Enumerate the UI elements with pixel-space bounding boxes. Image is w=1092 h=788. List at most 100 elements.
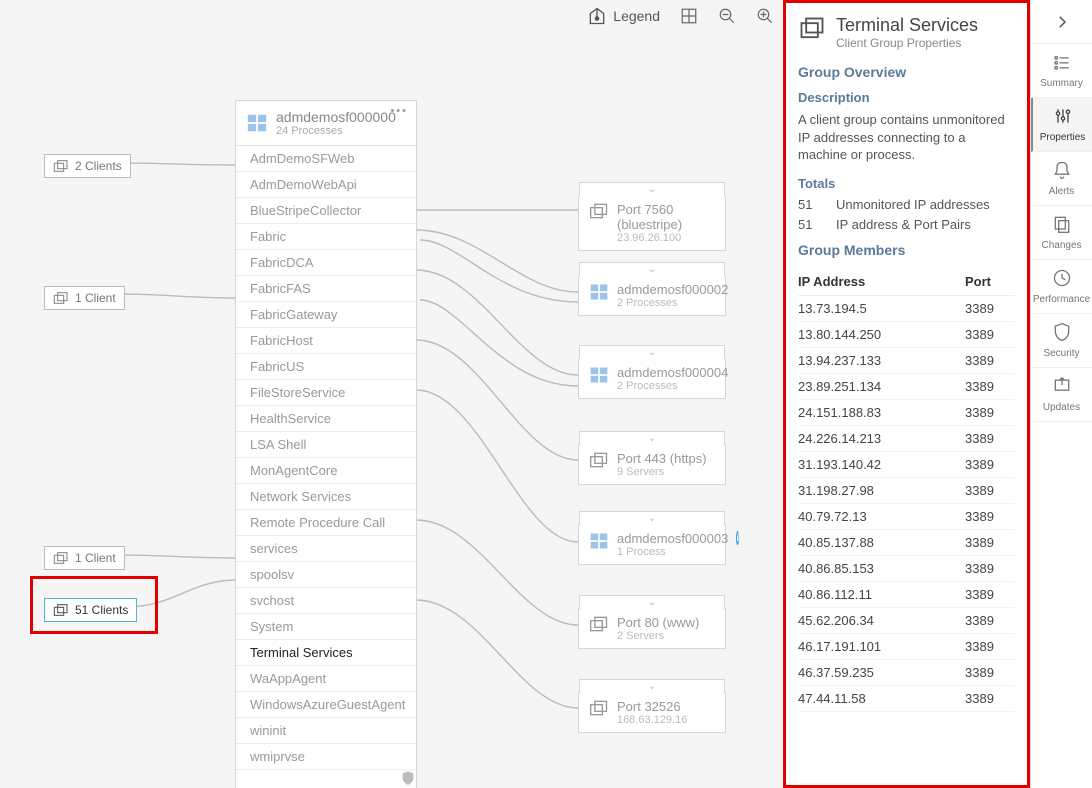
sidebar-tab-summary[interactable]: Summary [1031,44,1092,98]
table-row[interactable]: 13.73.194.53389 [798,296,1015,322]
dep-title: Port 32526 [617,699,687,714]
table-row[interactable]: 47.44.11.583389 [798,686,1015,712]
fit-to-screen-icon[interactable] [680,7,698,25]
process-row[interactable]: Fabric [236,224,416,250]
chevron-down-icon[interactable]: ⌄ [579,511,725,525]
legend-icon [587,6,607,26]
chevron-down-icon[interactable]: ⌄ [579,595,725,609]
process-row[interactable]: wmiprvse [236,744,416,770]
dependency-node[interactable]: ⌄admdemosf0000042 Processes [578,358,726,399]
port-cell: 3389 [965,561,1015,576]
chevron-down-icon[interactable]: ⌄ [579,431,725,445]
windows-icon [589,365,609,388]
ip-cell: 40.86.85.153 [798,561,965,576]
table-row[interactable]: 40.86.112.113389 [798,582,1015,608]
sidebar-tab-changes[interactable]: Changes [1031,206,1092,260]
zoom-out-icon[interactable] [718,7,736,25]
process-row[interactable]: FabricHost [236,328,416,354]
port-cell: 3389 [965,405,1015,420]
dependency-node[interactable]: ⌄Port 80 (www)2 Servers [578,608,726,649]
port-cell: 3389 [965,509,1015,524]
sidebar-tab-performance[interactable]: Performance [1031,260,1092,314]
table-row[interactable]: 46.17.191.1013389 [798,634,1015,660]
group-icon [53,159,69,173]
process-row[interactable]: spoolsv [236,562,416,588]
process-row[interactable]: LSA Shell [236,432,416,458]
dependency-node[interactable]: ⌄Port 32526168.63.129.16 [578,692,726,733]
client-chip[interactable]: 1 Client [44,286,125,310]
map-canvas[interactable]: Legend 2 Clients 1 Cl [0,0,782,788]
dependency-node[interactable]: ⌄admdemosf0000022 Processes [578,275,726,316]
collapse-button[interactable] [1031,0,1092,44]
table-row[interactable]: 40.79.72.133389 [798,504,1015,530]
zoom-in-icon[interactable] [756,7,774,25]
port-cell: 3389 [965,639,1015,654]
table-row[interactable]: 40.86.85.1533389 [798,556,1015,582]
process-row[interactable]: Remote Procedure Call [236,510,416,536]
chevron-right-icon [1053,13,1071,31]
process-row[interactable]: svchost [236,588,416,614]
description-text: A client group contains unmonitored IP a… [798,111,1015,164]
sidebar-tab-alerts[interactable]: Alerts [1031,152,1092,206]
members-table: IP Address Port 13.73.194.5338913.80.144… [798,268,1015,712]
dependency-node[interactable]: ⌄admdemosf0000031 Processi [578,524,726,565]
chevron-down-icon[interactable]: ⌄ [579,345,725,359]
table-row[interactable]: 31.193.140.423389 [798,452,1015,478]
process-row[interactable]: Network Services [236,484,416,510]
process-row[interactable]: FabricDCA [236,250,416,276]
sidebar-tab-properties[interactable]: Properties [1031,98,1092,152]
process-row[interactable]: HealthService [236,406,416,432]
process-row[interactable]: services [236,536,416,562]
process-row[interactable]: FabricFAS [236,276,416,302]
client-chip[interactable]: 2 Clients [44,154,131,178]
chevron-down-icon[interactable]: ⌄ [579,182,725,196]
table-row[interactable]: 23.89.251.1343389 [798,374,1015,400]
port-cell: 3389 [965,431,1015,446]
sidebar-tab-label: Updates [1043,402,1080,413]
chevron-down-icon[interactable]: ⌄ [579,679,725,693]
table-row[interactable]: 13.94.237.1333389 [798,348,1015,374]
table-row[interactable]: 24.226.14.2133389 [798,426,1015,452]
process-row[interactable]: FabricGateway [236,302,416,328]
table-row[interactable]: 13.80.144.2503389 [798,322,1015,348]
node-menu-icon[interactable]: ••• [390,105,408,117]
table-row[interactable]: 31.198.27.983389 [798,478,1015,504]
table-row[interactable]: 45.62.206.343389 [798,608,1015,634]
client-chip-selected[interactable]: 51 Clients [44,598,137,622]
table-row[interactable]: 46.37.59.2353389 [798,660,1015,686]
info-icon[interactable]: i [736,531,739,545]
process-row[interactable]: WindowsAzureGuestAgent [236,692,416,718]
port-cell: 3389 [965,327,1015,342]
dependency-node[interactable]: ⌄Port 7560 (bluestripe)23.96.26.100 [578,195,726,251]
machine-title: admdemosf000000 [276,109,396,125]
legend-button[interactable]: Legend [587,6,660,26]
process-row[interactable]: AdmDemoSFWeb [236,146,416,172]
chevron-down-icon[interactable]: ⌄ [579,262,725,276]
dep-title: Port 7560 (bluestripe) [617,202,715,232]
process-row[interactable]: FabricUS [236,354,416,380]
process-row[interactable]: WaAppAgent [236,666,416,692]
group-icon [53,603,69,617]
machine-node[interactable]: admdemosf000000 24 Processes ••• AdmDemo… [235,100,417,788]
port-cell: 3389 [965,691,1015,706]
client-chip[interactable]: 1 Client [44,546,125,570]
process-row[interactable]: AdmDemoWebApi [236,172,416,198]
process-row[interactable]: BlueStripeCollector [236,198,416,224]
table-row[interactable]: 40.85.137.883389 [798,530,1015,556]
process-row[interactable]: wininit [236,718,416,744]
dependency-node[interactable]: ⌄Port 443 (https)9 Servers [578,444,726,485]
dep-subtitle: 23.96.26.100 [617,232,715,244]
updates-icon [1052,376,1072,399]
sidebar-tab-security[interactable]: Security [1031,314,1092,368]
table-row[interactable]: 24.151.188.833389 [798,400,1015,426]
ip-cell: 13.73.194.5 [798,301,965,316]
server-icon [589,202,609,223]
sidebar-tab-updates[interactable]: Updates [1031,368,1092,422]
ip-cell: 23.89.251.134 [798,379,965,394]
process-row[interactable]: System [236,614,416,640]
process-row[interactable]: FileStoreService [236,380,416,406]
process-row[interactable]: MonAgentCore [236,458,416,484]
dep-subtitle: 2 Processes [617,297,728,309]
process-row[interactable]: Terminal Services [236,640,416,666]
ip-cell: 47.44.11.58 [798,691,965,706]
